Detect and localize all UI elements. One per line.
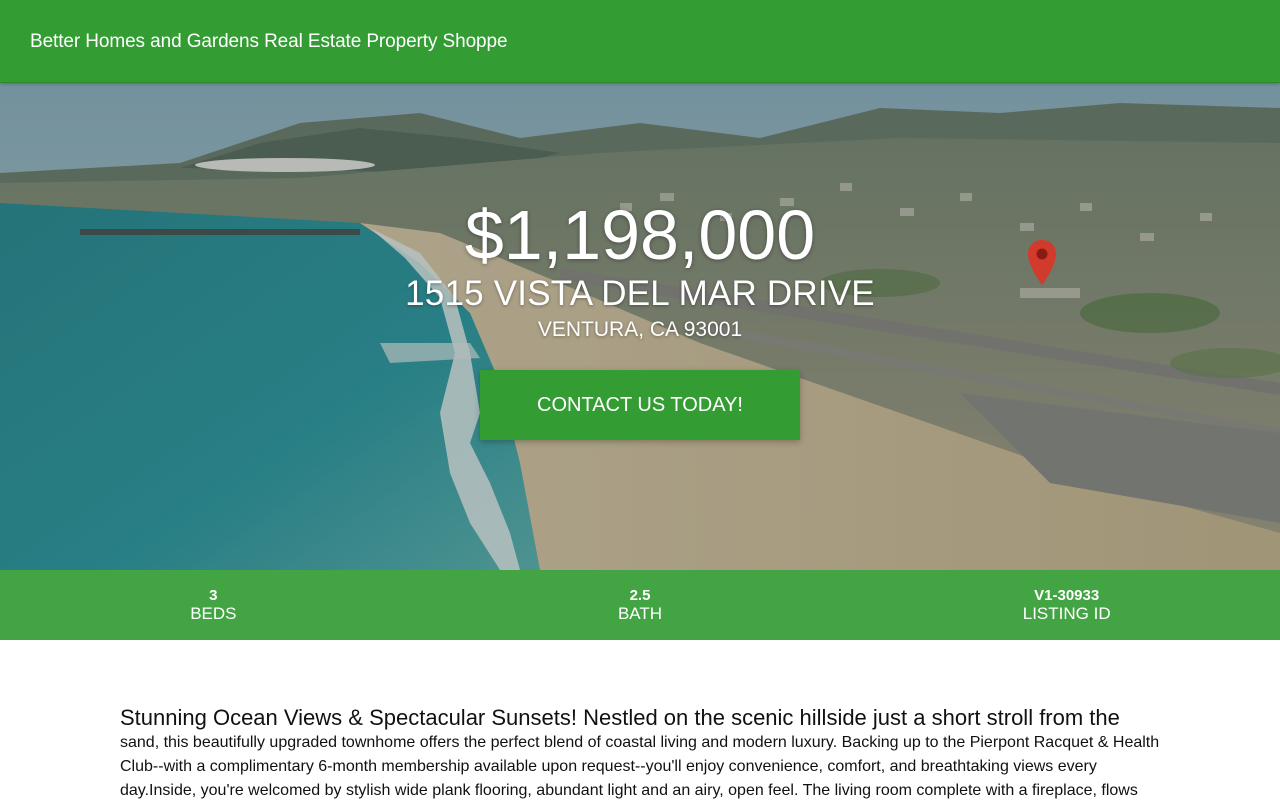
listing-city: VENTURA, CA 93001 [537,318,743,341]
contact-us-button[interactable]: CONTACT US TODAY! [480,370,800,440]
listing-price: $1,198,000 [464,196,816,274]
stat-listing-id: V1-30933 LISTING ID [853,570,1280,640]
stat-beds: 3 BEDS [0,570,427,640]
beds-label: BEDS [190,604,237,623]
beds-value: 3 [209,587,218,604]
stat-bath: 2.5 BATH [427,570,854,640]
listing-id-label: LISTING ID [1022,604,1111,623]
listing-id-value: V1-30933 [1034,587,1100,604]
description-lead: Stunning Ocean Views & Spectacular Sunse… [120,705,1120,730]
hero-section: $1,198,000 1515 VISTA DEL MAR DRIVE VENT… [0,83,1280,570]
top-navbar: Better Homes and Gardens Real Estate Pro… [0,0,1280,83]
brand-link[interactable]: Better Homes and Gardens Real Estate Pro… [30,31,508,53]
listing-address: 1515 VISTA DEL MAR DRIVE [405,274,875,313]
bath-label: BATH [617,604,663,623]
property-stats-bar: 3 BEDS 2.5 BATH V1-30933 LISTING ID [0,570,1280,640]
description-body: sand, this beautifully upgraded townhome… [120,734,1160,799]
property-description: Stunning Ocean Views & Spectacular Sunse… [120,703,1165,803]
bath-value: 2.5 [629,587,651,604]
